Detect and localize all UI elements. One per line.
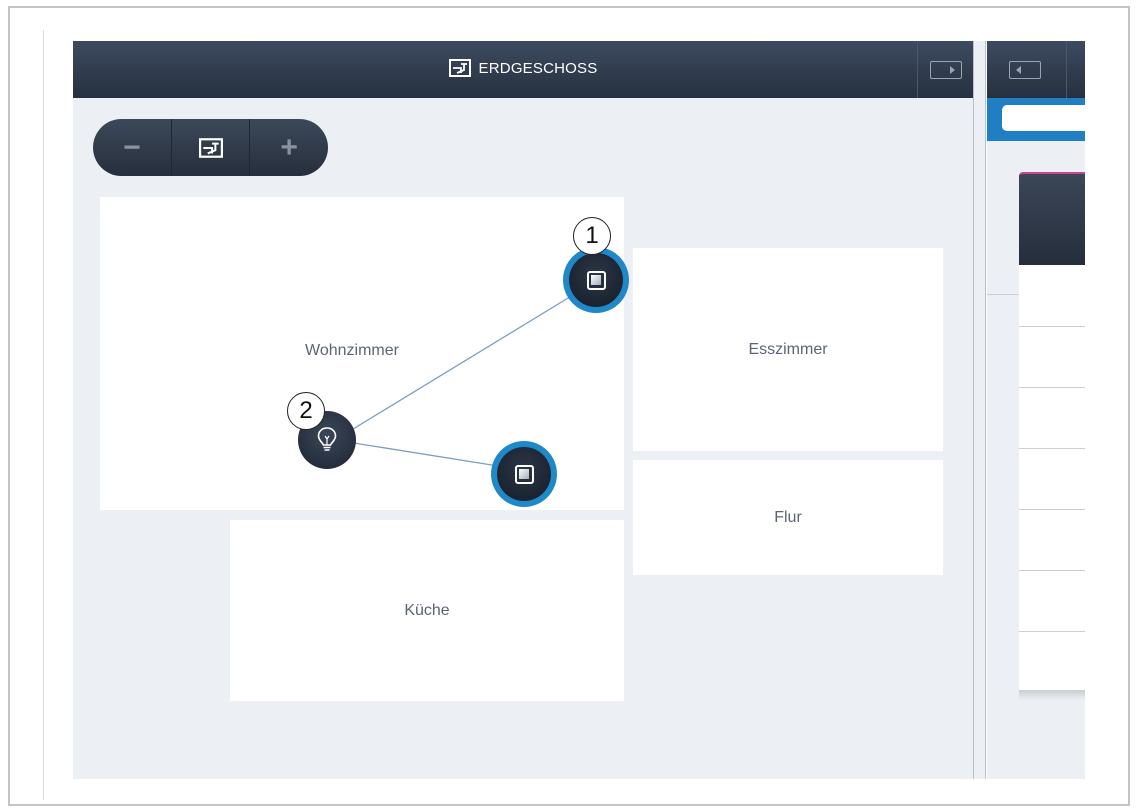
- collapse-right-panel-button[interactable]: [917, 41, 973, 98]
- header-title: ERDGESCHOSS: [478, 59, 598, 77]
- room-label: Esszimmer: [748, 340, 828, 358]
- list-row-divider: [1019, 509, 1085, 510]
- panel-divider[interactable]: [973, 41, 986, 779]
- panel-collapse-right-icon: [929, 60, 962, 79]
- list-row-divider: [1019, 387, 1085, 388]
- list-shadow: [1019, 690, 1085, 700]
- device-list: [1019, 265, 1085, 690]
- floorplan-icon: [448, 59, 471, 77]
- room-flur[interactable]: Flur: [633, 460, 943, 575]
- zoom-controls: − +: [93, 119, 328, 176]
- room-label: Küche: [404, 601, 450, 619]
- switch-actuator-button[interactable]: [563, 247, 629, 313]
- switch-actuator-button[interactable]: [491, 441, 557, 507]
- zoom-fit-button[interactable]: [170, 119, 250, 176]
- divider: [987, 294, 1019, 295]
- floorplan-header: ERDGESCHOSS: [73, 41, 973, 98]
- room-esszimmer[interactable]: Esszimmer: [633, 248, 943, 451]
- frame-margin-line: [43, 30, 44, 800]
- device-card-header[interactable]: [1019, 172, 1085, 265]
- list-row-divider: [1019, 326, 1085, 327]
- right-panel: [987, 41, 1085, 779]
- header-title-group: ERDGESCHOSS: [73, 59, 973, 77]
- list-row-divider: [1019, 631, 1085, 632]
- room-label: Flur: [774, 508, 802, 526]
- square-switch-icon: [514, 464, 534, 484]
- square-switch-icon: [586, 270, 606, 290]
- list-row-divider: [1019, 448, 1085, 449]
- callout-1: 1: [573, 217, 611, 255]
- right-panel-header: [987, 41, 1085, 98]
- floorplan-icon: [198, 137, 223, 158]
- callout-2: 2: [287, 392, 325, 430]
- zoom-in-button[interactable]: +: [249, 119, 328, 176]
- room-label: Wohnzimmer: [305, 342, 399, 359]
- list-row-divider: [1019, 570, 1085, 571]
- panel-expand-left-icon: [1009, 60, 1041, 79]
- room-kueche[interactable]: Küche: [230, 520, 624, 701]
- search-input[interactable]: [1002, 105, 1085, 131]
- expand-left-panel-button[interactable]: [987, 41, 1067, 98]
- zoom-out-button[interactable]: −: [93, 119, 171, 176]
- lightbulb-icon: [317, 427, 337, 451]
- floorplan-panel: ERDGESCHOSS − + Wohnzimmer Esszimmer Flu…: [73, 41, 973, 779]
